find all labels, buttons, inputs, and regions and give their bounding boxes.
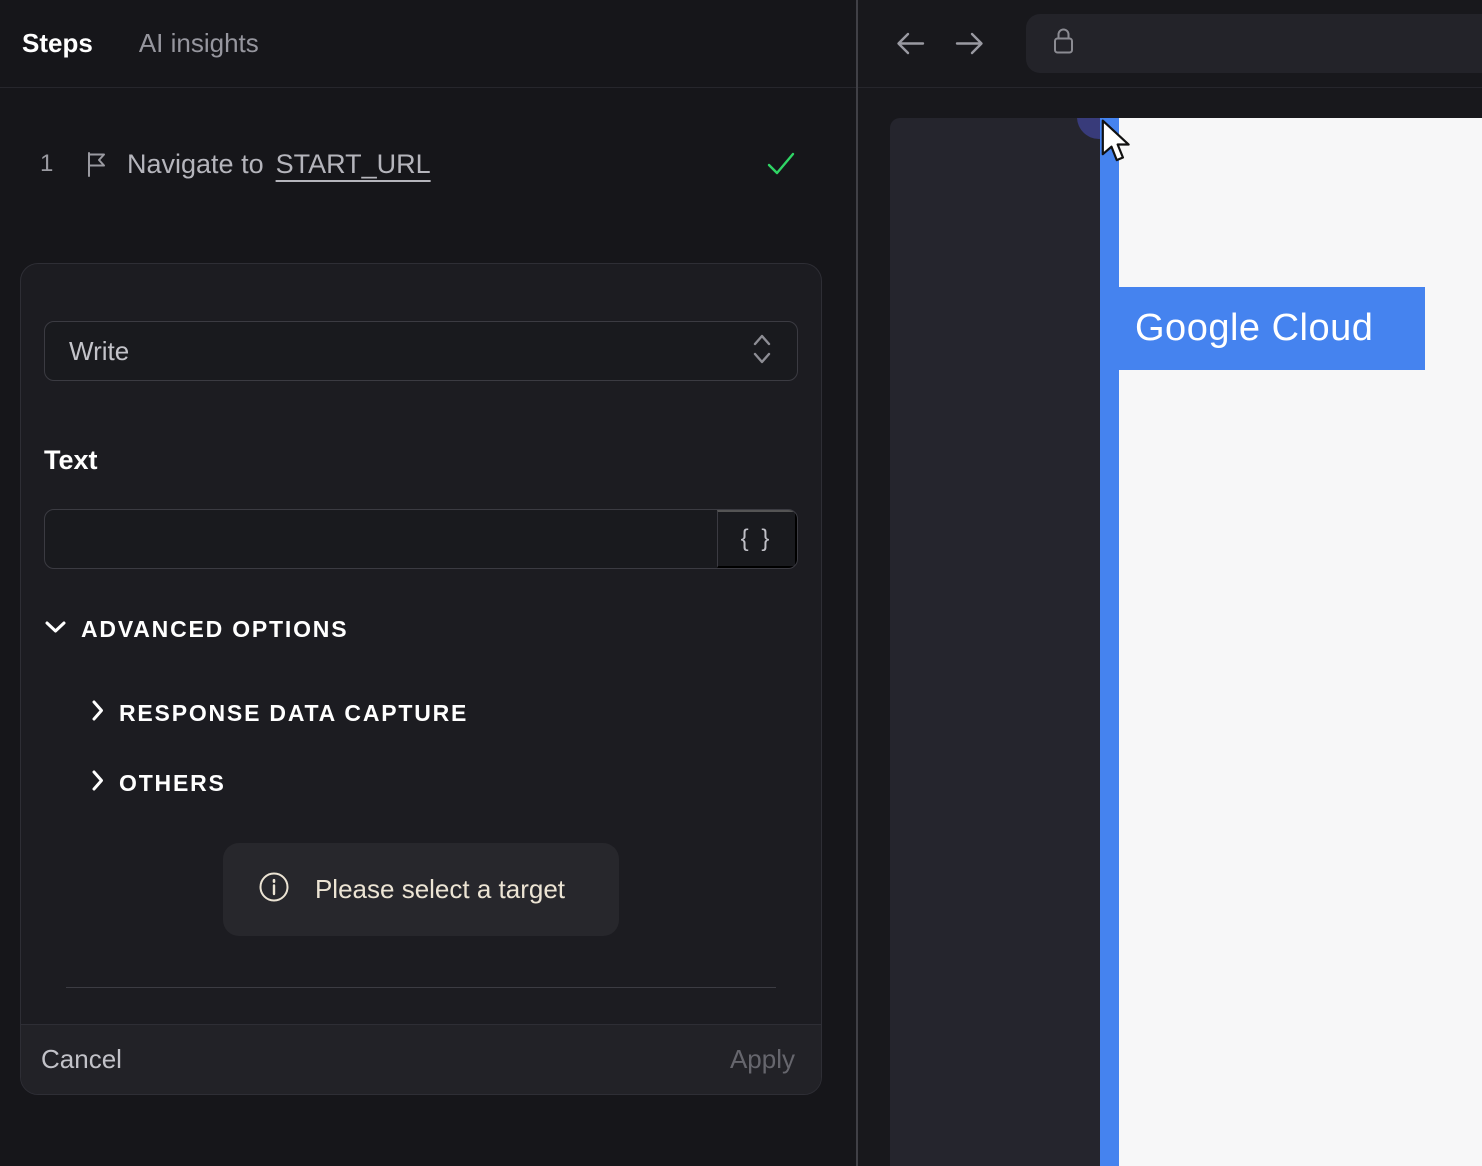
arrow-left-icon — [897, 32, 925, 55]
app-window: Steps AI insights 1 Navigate to START_URL — [0, 0, 1482, 1166]
action-type-select[interactable]: Write — [44, 321, 798, 381]
others-toggle[interactable]: OTHERS — [91, 769, 798, 797]
others-label: OTHERS — [119, 769, 226, 796]
browser-toolbar — [858, 0, 1482, 88]
panel-tabs: Steps AI insights — [0, 0, 856, 88]
preview-dark-sidebar — [890, 118, 1100, 1166]
text-input-group: { } — [44, 509, 798, 569]
check-icon — [766, 150, 796, 178]
highlight-vertical-bar — [1100, 118, 1119, 1166]
chevron-down-icon — [44, 620, 67, 639]
response-data-capture-toggle[interactable]: RESPONSE DATA CAPTURE — [91, 699, 798, 727]
advanced-options-toggle[interactable]: ADVANCED OPTIONS — [44, 616, 798, 643]
chevron-right-icon — [91, 769, 104, 797]
step-target-link[interactable]: START_URL — [276, 149, 431, 179]
arrow-right-icon — [955, 32, 983, 55]
cancel-button[interactable]: Cancel — [41, 1044, 122, 1075]
highlighted-target-element[interactable]: Google Cloud — [1100, 287, 1425, 370]
back-button[interactable] — [894, 30, 927, 57]
response-data-capture-label: RESPONSE DATA CAPTURE — [119, 699, 469, 726]
text-field-label: Text — [44, 445, 98, 475]
insert-variable-button[interactable]: { } — [717, 510, 797, 568]
steps-panel: Steps AI insights 1 Navigate to START_URL — [0, 0, 858, 1166]
apply-button[interactable]: Apply — [730, 1044, 795, 1075]
advanced-options-label: ADVANCED OPTIONS — [81, 616, 349, 642]
step-editor-body: Write Text { } ADVANCED OPTIONS RESPONSE… — [21, 264, 821, 988]
preview-page-content — [1119, 118, 1482, 1166]
page-preview[interactable]: Google Cloud — [890, 118, 1482, 1166]
address-bar[interactable] — [1026, 14, 1482, 73]
text-input[interactable] — [45, 510, 717, 568]
highlighted-target-text: Google Cloud — [1135, 307, 1374, 349]
lock-icon — [1052, 26, 1075, 61]
step-row[interactable]: 1 Navigate to START_URL — [0, 136, 856, 192]
updown-chevrons-icon — [751, 330, 773, 373]
flag-icon — [84, 151, 109, 178]
select-target-hint: Please select a target — [222, 843, 620, 936]
forward-button[interactable] — [953, 30, 986, 57]
select-target-hint-text: Please select a target — [314, 874, 566, 904]
step-number: 1 — [40, 150, 54, 177]
action-type-value: Write — [69, 335, 130, 366]
card-divider — [66, 987, 776, 988]
step-editor-card: Write Text { } ADVANCED OPTIONS RESPONSE… — [20, 263, 822, 1095]
tab-ai-insights[interactable]: AI insights — [139, 28, 259, 59]
step-title: Navigate to START_URL — [127, 148, 431, 179]
tab-steps[interactable]: Steps — [22, 28, 93, 59]
info-icon — [257, 870, 291, 909]
chevron-right-icon — [91, 699, 104, 727]
browser-panel: Google Cloud — [858, 0, 1482, 1166]
editor-footer: Cancel Apply — [21, 1024, 821, 1094]
